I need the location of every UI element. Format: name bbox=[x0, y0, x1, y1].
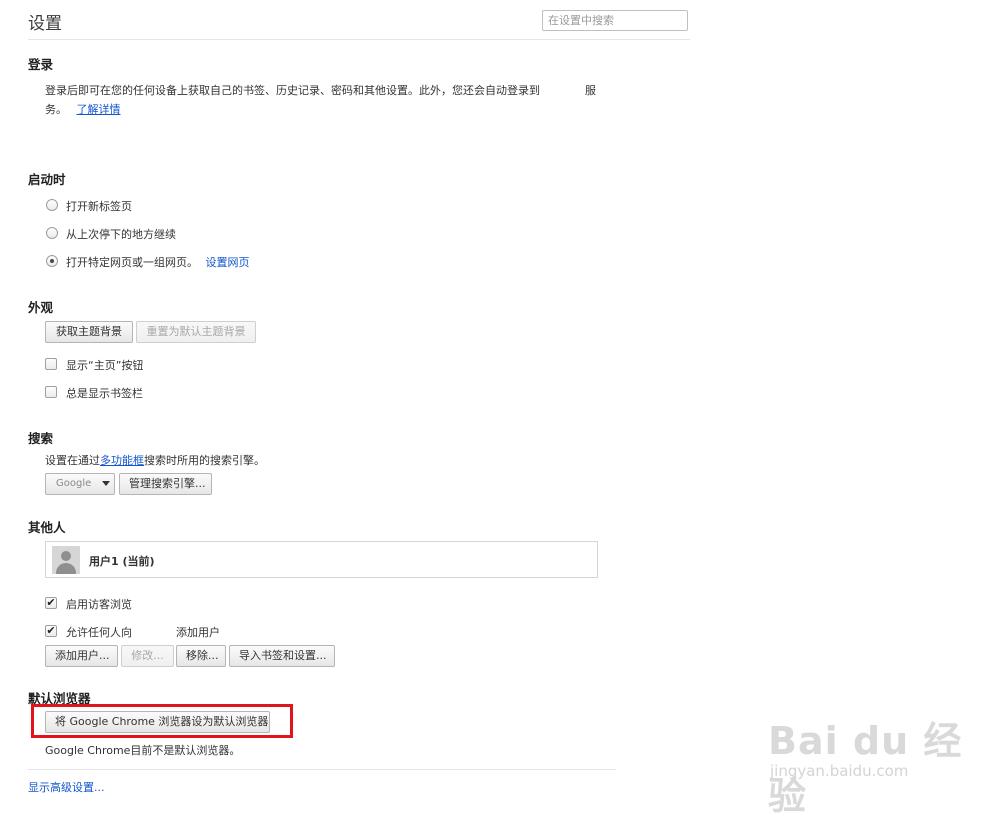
people-heading: 其他人 bbox=[28, 520, 66, 535]
title-divider bbox=[28, 39, 690, 40]
default-browser-status: Google Chrome目前不是默认浏览器。 bbox=[45, 744, 241, 757]
startup-option-specific-pages: 打开特定网页或一组网页。 设置网页 bbox=[66, 254, 250, 270]
add-user-text: 添加用户 bbox=[176, 626, 220, 639]
show-advanced-settings-link[interactable]: 显示高级设置... bbox=[28, 779, 105, 795]
settings-search-input[interactable] bbox=[542, 10, 688, 31]
show-home-button-label: 显示“主页”按钮 bbox=[66, 359, 144, 372]
startup-radio-new-tab[interactable] bbox=[46, 199, 58, 211]
chevron-down-icon bbox=[102, 481, 110, 486]
user-list[interactable]: 用户1 (当前) bbox=[45, 541, 598, 578]
get-themes-button[interactable]: 获取主题背景 bbox=[45, 321, 133, 343]
show-bookmarks-bar-checkbox[interactable] bbox=[45, 386, 57, 398]
avatar-torso bbox=[56, 563, 76, 574]
bottom-divider bbox=[28, 769, 616, 770]
allow-anyone-label: 允许任何人向 bbox=[66, 626, 132, 639]
search-description-suffix: 搜索时所用的搜索引擎。 bbox=[144, 454, 265, 467]
avatar bbox=[52, 546, 80, 574]
enable-guest-label: 启用访客浏览 bbox=[66, 598, 132, 611]
signin-heading: 登录 bbox=[28, 57, 54, 72]
avatar-head bbox=[61, 551, 71, 561]
startup-radio-specific-pages[interactable] bbox=[46, 255, 58, 267]
omnibox-link[interactable]: 多功能框 bbox=[100, 454, 144, 467]
manage-search-engines-button[interactable]: 管理搜索引擎... bbox=[119, 473, 212, 495]
appearance-heading: 外观 bbox=[28, 300, 54, 315]
edit-user-button[interactable]: 修改... bbox=[121, 645, 174, 667]
page-title: 设置 bbox=[28, 14, 62, 34]
search-description-prefix: 设置在通过 bbox=[45, 454, 100, 467]
startup-option-continue-label: 从上次停下的地方继续 bbox=[66, 228, 176, 241]
enable-guest-checkbox[interactable]: ✔ bbox=[45, 597, 57, 609]
set-pages-link[interactable]: 设置网页 bbox=[206, 256, 250, 269]
allow-anyone-checkbox[interactable]: ✔ bbox=[45, 625, 57, 637]
learn-more-link[interactable]: 了解详情 bbox=[77, 103, 121, 116]
search-engine-value: Google bbox=[56, 478, 92, 489]
reset-theme-button[interactable]: 重置为默认主题背景 bbox=[136, 321, 256, 343]
search-engine-select[interactable]: Google bbox=[45, 473, 115, 495]
signin-description-line1: 登录后即可在您的任何设备上获取自己的书签、历史记录、密码和其他设置。此外，您还会… bbox=[45, 84, 540, 97]
add-user-button[interactable]: 添加用户... bbox=[45, 645, 118, 667]
startup-option-specific-pages-label: 打开特定网页或一组网页。 bbox=[66, 256, 198, 269]
signin-description-line2-text: 务。 bbox=[45, 103, 67, 116]
show-bookmarks-bar-label: 总是显示书签栏 bbox=[66, 387, 143, 400]
baidu-jingyan-watermark: Bai du 经验 jingyan.baidu.com bbox=[768, 700, 988, 818]
import-bookmarks-button[interactable]: 导入书签和设置... bbox=[229, 645, 335, 667]
signin-description-line1-tail: 服 bbox=[585, 84, 596, 97]
signin-description-line2: 务。 了解详情 bbox=[45, 101, 121, 117]
search-heading: 搜索 bbox=[28, 431, 54, 446]
watermark-url: jingyan.baidu.com bbox=[770, 762, 909, 780]
startup-radio-continue[interactable] bbox=[46, 227, 58, 239]
startup-heading: 启动时 bbox=[28, 172, 66, 187]
startup-option-new-tab-label: 打开新标签页 bbox=[66, 200, 132, 213]
search-description: 设置在通过多功能框搜索时所用的搜索引擎。 bbox=[45, 452, 265, 468]
highlight-annotation-box bbox=[31, 704, 293, 738]
remove-user-button[interactable]: 移除... bbox=[176, 645, 226, 667]
current-user-name: 用户1 (当前) bbox=[89, 555, 155, 568]
show-home-button-checkbox[interactable] bbox=[45, 358, 57, 370]
